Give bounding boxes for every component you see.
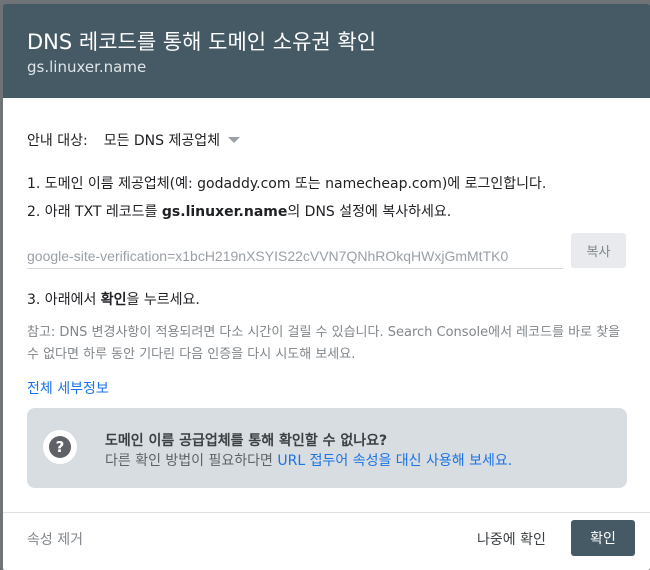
help-title: 도메인 이름 공급업체를 통해 확인할 수 없나요? [105,433,388,449]
step-2: 2. 아래 TXT 레코드를 gs.linuxer.name의 DNS 설정에 … [27,201,451,221]
step-2-prefix: 2. 아래 TXT 레코드를 [27,204,162,220]
step-3: 3. 아래에서 확인을 누르세요. [27,289,200,309]
step-3-suffix: 을 누르세요. [126,292,200,308]
step-2-domain: gs.linuxer.name [161,204,288,220]
txt-record-field[interactable]: google-site-verification=x1bcH219nXSYIS2… [27,244,563,269]
provider-label: 안내 대상: [27,133,88,149]
url-prefix-link[interactable]: URL 접두어 속성을 대신 사용해 보세요. [277,453,512,469]
help-box: ? 도메인 이름 공급업체를 통해 확인할 수 없나요? 다른 확인 방법이 필… [27,408,627,488]
step-3-prefix: 3. 아래에서 [27,292,101,308]
copy-button[interactable]: 복사 [571,233,626,268]
provider-dropdown[interactable]: 모든 DNS 제공업체 [103,130,241,150]
dialog-header: DNS 레코드를 통해 도메인 소유권 확인 gs.linuxer.name [3,4,650,98]
help-icon: ? [43,430,77,464]
step-2-suffix: 의 DNS 설정에 복사하세요. [287,204,452,220]
chevron-down-icon [228,137,241,143]
domain-subtitle: gs.linuxer.name [27,58,147,76]
step-1: 1. 도메인 이름 제공업체(예: godaddy.com 또는 nameche… [27,176,547,192]
verify-later-button[interactable]: 나중에 확인 [477,529,546,549]
step-3-bold: 확인 [100,292,127,308]
verify-dialog: DNS 레코드를 통해 도메인 소유권 확인 gs.linuxer.name 안… [3,4,650,570]
note-text: 참고: DNS 변경사항이 적용되려면 다소 시간이 걸릴 수 있습니다. Se… [27,325,621,362]
help-body: 다른 확인 방법이 필요하다면 URL 접두어 속성을 대신 사용해 보세요. [105,450,512,470]
verify-button[interactable]: 확인 [571,520,635,556]
full-details-link[interactable]: 전체 세부정보 [27,378,109,398]
provider-selected-value: 모든 DNS 제공업체 [103,133,221,149]
provider-row: 안내 대상: 모든 DNS 제공업체 [27,130,241,150]
footer-divider [3,512,650,513]
dialog-title: DNS 레코드를 통해 도메인 소유권 확인 [27,30,377,54]
remove-property-button[interactable]: 속성 제거 [27,529,83,549]
help-body-prefix: 다른 확인 방법이 필요하다면 [105,453,278,469]
